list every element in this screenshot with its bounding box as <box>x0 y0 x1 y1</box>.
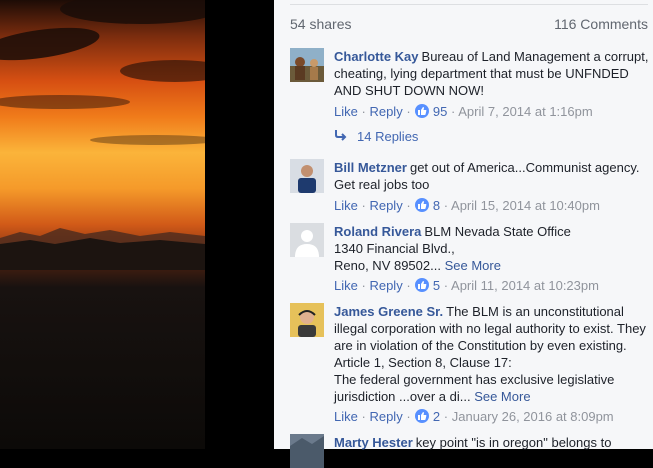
comment-body: James Greene Sr. The BLM is an unconstitu… <box>334 303 653 405</box>
comment-text-line: Reno, NV 89502... <box>334 258 441 273</box>
comment-body: Charlotte Kay Bureau of Land Management a… <box>334 48 653 99</box>
like-button[interactable]: Like <box>334 409 358 424</box>
replies-count[interactable]: 14 Replies <box>357 129 418 144</box>
comment-text-line: 1340 Financial Blvd., <box>334 241 455 256</box>
separator: · <box>361 198 366 213</box>
thumbs-up-icon <box>415 104 430 118</box>
cloud-shape <box>120 60 205 82</box>
avatar[interactable] <box>290 48 324 82</box>
see-more-link[interactable]: See More <box>445 258 501 273</box>
like-button[interactable]: Like <box>334 198 358 213</box>
comment-timestamp[interactable]: January 26, 2016 at 8:09pm <box>452 409 614 424</box>
sunset-photo[interactable] <box>0 0 205 449</box>
comments-count[interactable]: 116 Comments <box>554 16 648 32</box>
separator: · <box>406 104 411 119</box>
separator: · <box>443 409 449 424</box>
thumbs-up-icon <box>415 198 430 212</box>
mountain-ridge <box>0 228 205 270</box>
like-button[interactable]: Like <box>334 278 358 293</box>
separator: · <box>406 278 411 293</box>
like-count[interactable]: 8 <box>433 198 440 213</box>
photo-letterbox <box>205 0 274 449</box>
comment-actions: Like · Reply · 8 · April 15, 2014 at 10:… <box>334 198 600 213</box>
avatar[interactable] <box>290 434 324 468</box>
comment-text: key point "is in oregon" belongs to <box>415 435 612 450</box>
cloud-shape <box>60 0 205 24</box>
like-count[interactable]: 5 <box>433 278 440 293</box>
comment-actions: Like · Reply · 5 · April 11, 2014 at 10:… <box>334 278 599 293</box>
reply-button[interactable]: Reply <box>369 104 402 119</box>
comment-text-line: BLM Nevada State Office <box>424 224 571 239</box>
comment-author[interactable]: James Greene Sr. <box>334 304 443 319</box>
post-stats-bar: 54 shares 116 Comments <box>290 4 648 41</box>
comment-author[interactable]: Charlotte Kay <box>334 49 419 64</box>
reply-button[interactable]: Reply <box>369 198 402 213</box>
see-more-link[interactable]: See More <box>474 389 530 404</box>
avatar-placeholder[interactable] <box>290 223 324 257</box>
thumbs-up-icon <box>415 409 430 423</box>
comment-author[interactable]: Roland Rivera <box>334 224 421 239</box>
comment-actions: Like · Reply · 2 · January 26, 2016 at 8… <box>334 409 614 424</box>
reply-button[interactable]: Reply <box>369 409 402 424</box>
comment-timestamp[interactable]: April 7, 2014 at 1:16pm <box>458 104 592 119</box>
cloud-shape <box>0 21 102 67</box>
like-count[interactable]: 95 <box>433 104 447 119</box>
reply-button[interactable]: Reply <box>369 278 402 293</box>
shares-count[interactable]: 54 shares <box>290 16 351 32</box>
cloud-shape <box>0 95 130 109</box>
avatar[interactable] <box>290 159 324 193</box>
view-replies-link[interactable]: 14 Replies <box>334 129 418 144</box>
separator: · <box>361 278 366 293</box>
comment-author[interactable]: Bill Metzner <box>334 160 407 175</box>
reply-arrow-icon <box>334 129 347 144</box>
separator: · <box>406 198 411 213</box>
cloud-shape <box>90 135 205 145</box>
separator: · <box>443 278 449 293</box>
avatar[interactable] <box>290 303 324 337</box>
separator: · <box>443 198 449 213</box>
like-count[interactable]: 2 <box>433 409 440 424</box>
like-button[interactable]: Like <box>334 104 358 119</box>
comment-timestamp[interactable]: April 15, 2014 at 10:40pm <box>451 198 600 213</box>
comment-author[interactable]: Marty Hester <box>334 435 413 450</box>
separator: · <box>361 409 366 424</box>
separator: · <box>451 104 456 119</box>
comment-body: Roland Rivera BLM Nevada State Office 134… <box>334 223 653 274</box>
comment-timestamp[interactable]: April 11, 2014 at 10:23pm <box>451 278 599 293</box>
thumbs-up-icon <box>415 278 430 292</box>
comment-actions: Like · Reply · 95 · April 7, 2014 at 1:1… <box>334 104 593 119</box>
comment-body: Bill Metzner get out of America...Communi… <box>334 159 653 193</box>
separator: · <box>406 409 411 424</box>
separator: · <box>361 104 366 119</box>
comment-body: Marty Hester key point "is in oregon" bel… <box>334 434 653 451</box>
